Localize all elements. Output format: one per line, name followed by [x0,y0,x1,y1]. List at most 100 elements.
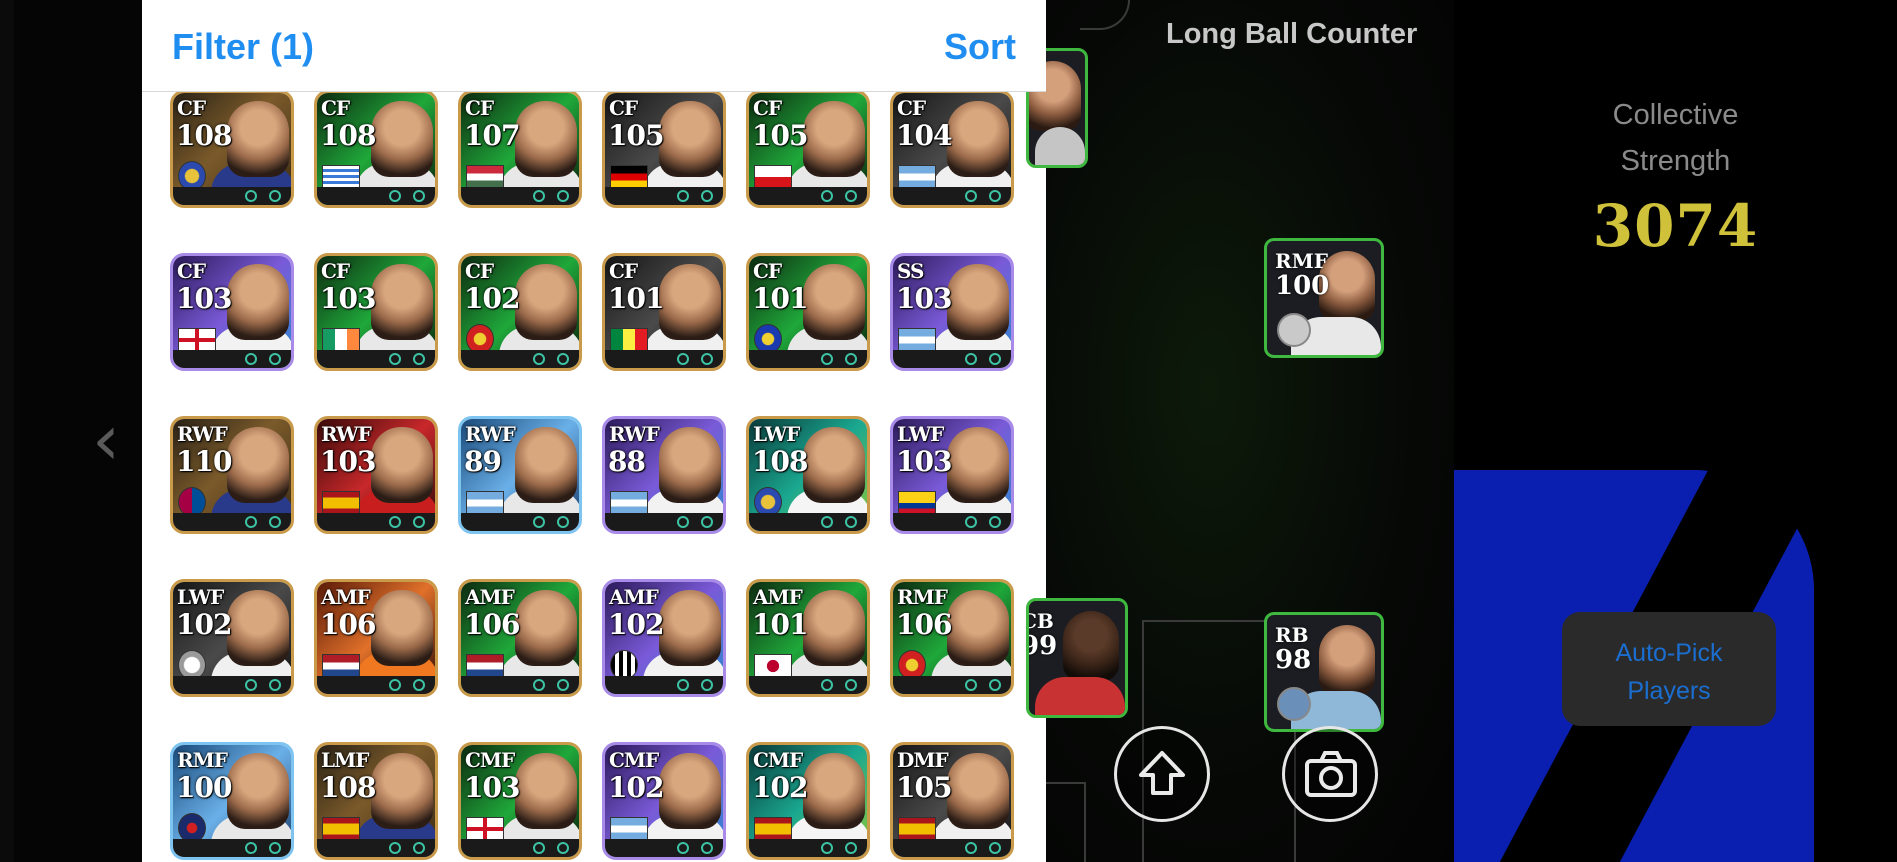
skill-indicator-icon [245,190,257,202]
skill-indicator-icon [413,842,425,854]
player-card[interactable]: AMF 106 [458,579,582,697]
player-position: CMF [753,748,803,772]
player-rating: 98 [1275,645,1312,675]
player-card[interactable]: CF 103 [314,253,438,371]
player-position: RWF [177,422,228,446]
card-footer [461,350,579,368]
skill-indicator-icon [557,516,569,528]
nation-flag-icon [322,817,360,841]
player-card[interactable]: RWF 89 [458,416,582,534]
player-face [803,101,865,177]
skill-indicator-icon [557,679,569,691]
player-card[interactable]: CF 108 [314,90,438,208]
player-card[interactable]: CMF 102 [746,742,870,860]
nation-flag-icon [466,165,504,189]
player-card[interactable]: AMF 102 [602,579,726,697]
formation-player-rb[interactable]: RB 98 [1264,612,1384,732]
skill-indicator-icon [245,516,257,528]
player-card[interactable]: LMF 108 [314,742,438,860]
screenshot-button[interactable] [1282,726,1378,822]
skill-indicator-icon [533,353,545,365]
nation-flag-icon [610,817,648,841]
player-rating: 104 [896,119,952,152]
player-card[interactable]: CF 103 [170,253,294,371]
formation-player-cb[interactable]: CB 99 [1026,598,1128,718]
player-face [227,753,289,829]
card-footer [605,839,723,857]
skill-indicator-icon [845,842,857,854]
player-face [1319,625,1375,695]
nation-flag-icon [898,491,936,515]
player-position: CF [321,96,350,120]
player-card[interactable]: AMF 106 [314,579,438,697]
skill-indicator-icon [965,842,977,854]
card-footer [461,676,579,694]
chevron-left-icon[interactable]: ‹ [92,400,132,480]
player-card[interactable]: AMF 101 [746,579,870,697]
filter-button[interactable]: Filter (1) [172,26,314,68]
player-position: AMF [321,585,371,609]
player-card[interactable]: RMF 106 [890,579,1014,697]
skill-indicator-icon [245,353,257,365]
auto-pick-players-button[interactable]: Auto-Pick Players [1562,612,1776,726]
player-card[interactable]: RWF 110 [170,416,294,534]
player-rating: 101 [752,608,808,641]
player-card[interactable]: RMF 100 [170,742,294,860]
auto-pick-label-line2: Players [1627,677,1711,705]
team-summary-panel: Collective Strength 3074 Auto-Pick Playe… [1454,0,1897,862]
player-card[interactable]: CF 105 [746,90,870,208]
collective-strength-label: Collective Strength [1454,92,1897,184]
player-card[interactable]: CMF 102 [602,742,726,860]
skill-indicator-icon [413,679,425,691]
player-rating: 102 [176,608,232,641]
player-card[interactable]: CF 104 [890,90,1014,208]
player-position: AMF [609,585,659,609]
card-footer [461,513,579,531]
player-position: CF [753,259,782,283]
player-card[interactable]: CF 108 [170,90,294,208]
player-rating: 102 [608,771,664,804]
skill-indicator-icon [701,190,713,202]
nation-flag-icon [898,165,936,189]
player-rating: 105 [608,119,664,152]
panel-header: Filter (1) Sort [142,0,1046,92]
player-face [227,427,289,503]
player-card[interactable]: LWF 103 [890,416,1014,534]
skill-indicator-icon [989,516,1001,528]
card-footer [317,676,435,694]
left-strip [0,0,14,862]
player-card[interactable]: CF 102 [458,253,582,371]
player-card[interactable]: CF 101 [746,253,870,371]
player-card[interactable]: DMF 105 [890,742,1014,860]
player-card[interactable]: CF 107 [458,90,582,208]
skill-indicator-icon [533,679,545,691]
skill-indicator-icon [677,842,689,854]
player-card[interactable]: LWF 102 [170,579,294,697]
formation-player-rmf[interactable]: RMF 100 [1264,238,1384,358]
player-card[interactable]: CF 105 [602,90,726,208]
player-rating: 103 [320,445,376,478]
player-face [803,590,865,666]
player-card[interactable]: LWF 108 [746,416,870,534]
skill-indicator-icon [533,190,545,202]
skill-indicator-icon [845,190,857,202]
player-rating: 102 [464,282,520,315]
skill-indicator-icon [389,190,401,202]
player-card[interactable]: RWF 103 [314,416,438,534]
player-face [947,753,1009,829]
player-rating: 105 [752,119,808,152]
upload-button[interactable] [1114,726,1210,822]
card-footer [605,350,723,368]
player-card[interactable]: SS 103 [890,253,1014,371]
player-card[interactable]: CF 101 [602,253,726,371]
player-card[interactable]: CMF 103 [458,742,582,860]
player-position: RMF [177,748,228,772]
player-rating: 103 [464,771,520,804]
player-rating: 99 [1029,631,1058,661]
nation-flag-icon [466,817,504,841]
player-card[interactable]: RWF 88 [602,416,726,534]
sort-button[interactable]: Sort [944,26,1016,68]
player-position: AMF [753,585,803,609]
player-face [947,101,1009,177]
club-badge-icon [1277,313,1311,347]
